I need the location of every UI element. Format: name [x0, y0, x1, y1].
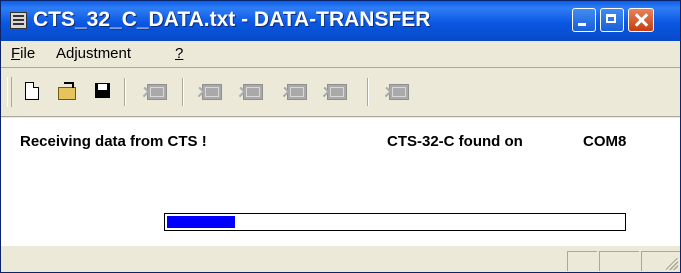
menu-file[interactable]: File: [11, 45, 35, 62]
toolbar: [1, 67, 680, 117]
receive-data-icon[interactable]: [196, 80, 224, 102]
waveform-icon-inner: [246, 87, 260, 97]
waveform-icon[interactable]: [237, 80, 265, 102]
window-title: CTS_32_C_DATA.txt - DATA-TRANSFER: [33, 8, 431, 31]
device-found-label: CTS-32-C found on: [387, 133, 523, 150]
minimize-button[interactable]: [572, 8, 596, 32]
status-message: Receiving data from CTS !: [20, 133, 207, 150]
close-button[interactable]: [628, 8, 654, 32]
progress-fill: [167, 216, 235, 228]
toolbar-separator: [367, 78, 369, 106]
new-document-icon[interactable]: [21, 80, 43, 102]
status-panel: [567, 251, 597, 271]
last-icon[interactable]: [383, 80, 411, 102]
title-bar[interactable]: CTS_32_C_DATA.txt - DATA-TRANSFER: [1, 1, 680, 41]
menu-adjustment[interactable]: Adjustment: [56, 45, 131, 62]
menu-file-mnemonic: F: [11, 45, 21, 62]
app-icon[interactable]: [10, 12, 27, 29]
menu-help[interactable]: ?: [175, 45, 183, 62]
menu-help-label: ?: [175, 45, 184, 62]
save-disk-icon[interactable]: [92, 80, 114, 102]
progress-bar: [164, 213, 626, 231]
menu-bar: File Adjustment ?: [1, 43, 680, 65]
port-label: COM8: [583, 133, 627, 150]
send-data-icon[interactable]: [141, 80, 169, 102]
toolbar-grip[interactable]: [7, 77, 12, 107]
menu-file-label: ile: [20, 45, 36, 62]
receive-data-icon-inner: [205, 87, 219, 97]
toolbar-separator: [124, 78, 126, 106]
content-area: Receiving data from CTS ! CTS-32-C found…: [1, 118, 680, 246]
open-folder-icon[interactable]: [56, 80, 78, 102]
status-panel: [599, 251, 639, 271]
resize-grip-icon[interactable]: [666, 258, 678, 270]
maximize-button[interactable]: [600, 8, 624, 32]
app-window: CTS_32_C_DATA.txt - DATA-TRANSFER File A…: [0, 0, 681, 273]
send-data-icon-inner: [150, 87, 164, 97]
cursor-icon[interactable]: [281, 80, 309, 102]
ai-icon[interactable]: [321, 80, 349, 102]
toolbar-separator: [182, 78, 184, 106]
last-icon-inner: [392, 87, 406, 97]
status-bar: [1, 246, 680, 272]
ai-icon-inner: [330, 87, 344, 97]
cursor-icon-inner: [290, 87, 304, 97]
